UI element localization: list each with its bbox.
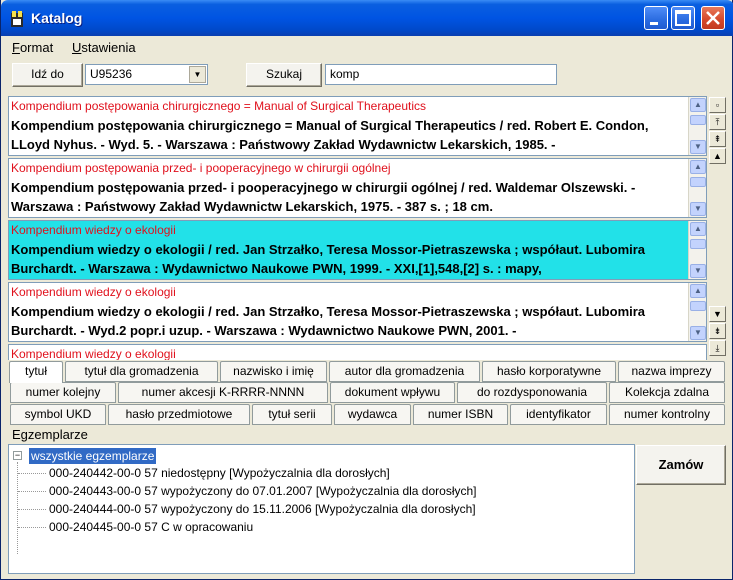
app-icon xyxy=(11,11,23,27)
record-description: Kompendium postępowania przed- i poopera… xyxy=(11,180,636,214)
tab-numer-kolejny[interactable]: numer kolejny xyxy=(10,382,116,403)
scroll-down-icon[interactable]: ▼ xyxy=(690,140,706,154)
maximize-button[interactable] xyxy=(671,6,695,30)
menu-format[interactable]: Format xyxy=(12,40,53,55)
record-title: Kompendium wiedzy o ekologii xyxy=(11,347,176,360)
tab-autor-dla-gromadzenia[interactable]: autor dla gromadzenia xyxy=(329,361,480,382)
tab-symbol-ukd[interactable]: symbol UKD xyxy=(10,404,106,425)
tab-identyfikator[interactable]: identyfikator xyxy=(510,404,607,425)
tree-connector xyxy=(18,491,46,492)
record-scrollbar[interactable]: ▲ ▼ xyxy=(688,283,706,341)
tree-root-all-copies[interactable]: wszystkie egzemplarze xyxy=(29,448,157,464)
tab-tytul[interactable]: tytuł xyxy=(9,361,63,383)
katalog-window: Katalog Format Ustawienia Idź do U95236 … xyxy=(0,0,733,580)
window-title: Katalog xyxy=(31,10,83,26)
record-description: Kompendium postępowania chirurgicznego =… xyxy=(11,118,649,152)
record-description: Kompendium wiedzy o ekologii / red. Jan … xyxy=(11,304,646,338)
tab-kolekcja-zdalna[interactable]: Kolekcja zdalna xyxy=(609,382,725,403)
tab-haslo-korporatywne[interactable]: hasło korporatywne xyxy=(482,361,616,382)
tab-numer-akcesji[interactable]: numer akcesji K-RRRR-NNNN xyxy=(118,382,328,403)
tab-tytul-serii[interactable]: tytuł serii xyxy=(252,404,332,425)
tab-tytul-dla-gromadzenia[interactable]: tytuł dla gromadzenia xyxy=(65,361,218,382)
search-input[interactable]: komp xyxy=(325,64,557,85)
copy-item[interactable]: 000-240445-00-0 57 C w opracowaniu xyxy=(49,519,253,535)
chevron-down-icon[interactable]: ▼ xyxy=(189,66,206,83)
tab-nazwisko-i-imie[interactable]: nazwisko i imię xyxy=(220,361,327,382)
tab-dokument-wplywu[interactable]: dokument wpływu xyxy=(330,382,455,403)
record-item-selected[interactable]: Kompendium wiedzy o ekologii Kompendium … xyxy=(8,220,707,280)
close-icon xyxy=(706,11,720,25)
scroll-down-icon[interactable]: ▼ xyxy=(690,202,706,216)
menu-ustawienia[interactable]: Ustawienia xyxy=(72,40,136,55)
record-item[interactable]: Kompendium postępowania przed- i poopera… xyxy=(8,158,707,218)
tab-wydawca[interactable]: wydawca xyxy=(334,404,411,425)
record-item[interactable]: Kompendium postępowania chirurgicznego =… xyxy=(8,96,707,156)
first-record-icon[interactable]: ⤒ xyxy=(709,114,726,130)
search-button[interactable]: Szukaj xyxy=(246,63,322,87)
record-item[interactable]: Kompendium wiedzy o ekologii Kompendium … xyxy=(8,282,707,342)
scroll-down-icon[interactable]: ▼ xyxy=(690,326,706,340)
record-title: Kompendium postępowania chirurgicznego =… xyxy=(11,99,427,113)
goto-combo-value: U95236 xyxy=(90,67,133,81)
copies-label: Egzemplarze xyxy=(12,427,88,442)
page-up-icon[interactable]: ⇞ xyxy=(709,131,726,147)
previous-record-icon[interactable]: ▲ xyxy=(709,148,726,164)
scroll-up-icon[interactable]: ▲ xyxy=(690,222,706,236)
record-scrollbar[interactable]: ▲ ▼ xyxy=(688,221,706,279)
copy-item[interactable]: 000-240442-00-0 57 niedostępny [Wypożycz… xyxy=(49,465,390,481)
scroll-up-icon[interactable]: ▲ xyxy=(690,98,706,112)
record-title: Kompendium postępowania przed- i poopera… xyxy=(11,161,391,175)
scroll-thumb[interactable] xyxy=(690,177,706,187)
tab-nazwa-imprezy[interactable]: nazwa imprezy xyxy=(618,361,725,382)
record-item[interactable]: Kompendium wiedzy o ekologii xyxy=(8,344,707,360)
title-bar[interactable]: Katalog xyxy=(1,0,733,36)
maximize-icon xyxy=(675,10,691,26)
record-title: Kompendium wiedzy o ekologii xyxy=(11,285,176,299)
minimize-button[interactable] xyxy=(644,6,668,30)
record-title: Kompendium wiedzy o ekologii xyxy=(11,223,176,237)
next-record-icon[interactable]: ▼ xyxy=(709,306,726,322)
copies-tree[interactable]: − wszystkie egzemplarze 000-240442-00-0 … xyxy=(8,444,635,574)
tab-numer-isbn[interactable]: numer ISBN xyxy=(413,404,508,425)
scroll-thumb[interactable] xyxy=(690,239,706,249)
tab-numer-kontrolny[interactable]: numer kontrolny xyxy=(609,404,725,425)
menu-bar: Format Ustawienia xyxy=(1,37,733,59)
tree-connector xyxy=(17,462,18,554)
minimize-icon xyxy=(650,22,658,25)
copy-item[interactable]: 000-240443-00-0 57 wypożyczony do 07.01.… xyxy=(49,483,477,499)
tree-connector xyxy=(18,473,46,474)
scroll-up-icon[interactable]: ▲ xyxy=(690,160,706,174)
current-record-icon[interactable]: ▫ xyxy=(709,97,726,113)
scroll-thumb[interactable] xyxy=(690,301,706,311)
last-record-icon[interactable]: ⤓ xyxy=(709,340,726,356)
page-down-icon[interactable]: ⇟ xyxy=(709,323,726,339)
scroll-up-icon[interactable]: ▲ xyxy=(690,284,706,298)
goto-button[interactable]: Idź do xyxy=(12,63,83,87)
close-button[interactable] xyxy=(701,6,725,30)
record-scrollbar[interactable]: ▲ ▼ xyxy=(688,97,706,155)
copy-item[interactable]: 000-240444-00-0 57 wypożyczony do 15.11.… xyxy=(49,501,476,517)
order-button[interactable]: Zamów xyxy=(636,445,726,485)
collapse-icon[interactable]: − xyxy=(13,451,22,460)
record-scrollbar[interactable]: ▲ ▼ xyxy=(688,159,706,217)
tree-connector xyxy=(18,527,46,528)
tree-connector xyxy=(18,509,46,510)
scroll-thumb[interactable] xyxy=(690,115,706,125)
goto-combobox[interactable]: U95236 ▼ xyxy=(85,64,208,85)
scroll-down-icon[interactable]: ▼ xyxy=(690,264,706,278)
record-description: Kompendium wiedzy o ekologii / red. Jan … xyxy=(11,242,646,276)
tab-do-rozdysponowania[interactable]: do rozdysponowania xyxy=(457,382,607,403)
tab-haslo-przedmiotowe[interactable]: hasło przedmiotowe xyxy=(108,404,250,425)
